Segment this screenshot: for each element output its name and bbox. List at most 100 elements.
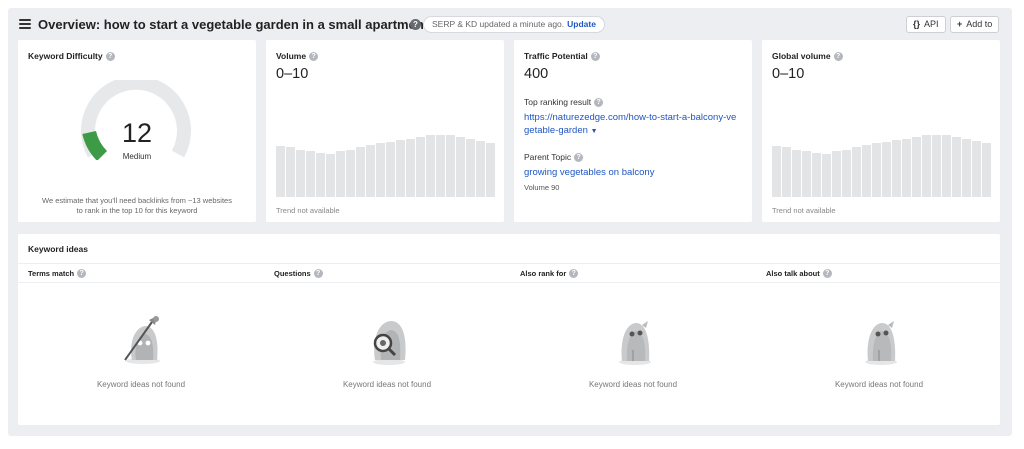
trend-bar: [446, 135, 455, 197]
ghost-magnifier-icon: [373, 321, 406, 365]
trend-bar: [942, 135, 951, 197]
trend-bar: [832, 151, 841, 197]
trend-bar: [396, 140, 405, 197]
col-terms-match: Terms match?: [28, 269, 87, 278]
trend-bar: [802, 151, 811, 197]
keyword-ideas-title: Keyword ideas: [28, 244, 88, 254]
help-icon[interactable]: ?: [574, 153, 584, 162]
trend-bar: [286, 147, 295, 197]
card-label: Traffic Potential?: [524, 51, 600, 61]
caret-down-icon[interactable]: ▼: [591, 128, 598, 135]
volume-value: 0–10: [276, 66, 309, 82]
card-label: Global volume?: [772, 51, 843, 61]
serp-status-text: SERP & KD updated a minute ago.: [432, 19, 565, 29]
add-to-button-label: Add to: [966, 19, 993, 29]
trend-bar: [426, 135, 435, 197]
backlinks-note: We estimate that you'll need backlinks f…: [42, 196, 232, 215]
api-button-label: API: [924, 19, 939, 29]
trend-bar: [336, 151, 345, 197]
parent-topic-link[interactable]: growing vegetables on balcony: [524, 166, 654, 179]
trend-bar: [892, 140, 901, 197]
trend-bar: [912, 136, 921, 197]
trend-bar: [416, 136, 425, 197]
difficulty-score: 12: [121, 118, 153, 148]
trend-bar: [466, 138, 475, 197]
trend-bar: [962, 138, 971, 197]
trend-bar: [982, 143, 991, 197]
help-icon[interactable]: ?: [77, 269, 87, 278]
code-braces-icon: {}: [913, 19, 921, 29]
help-icon[interactable]: ?: [833, 52, 843, 61]
trend-bar: [316, 153, 325, 197]
keyword-ideas-panel: Keyword ideas Terms match? Questions? Al…: [18, 234, 1000, 425]
also-talk-about-empty: Keyword ideas not found: [756, 314, 1002, 404]
col-questions: Questions?: [274, 269, 323, 278]
col-also-talk-about: Also talk about?: [766, 269, 832, 278]
ghost-broom-icon: [124, 316, 160, 364]
global-volume-value: 0–10: [772, 66, 805, 82]
plus-icon: +: [957, 19, 963, 29]
trend-bar: [346, 150, 355, 197]
trend-bar: [932, 134, 941, 197]
help-icon[interactable]: ?: [590, 52, 600, 61]
also-rank-for-empty: Keyword ideas not found: [510, 314, 756, 404]
traffic-potential-value: 400: [524, 66, 549, 82]
trend-note: Trend not available: [276, 206, 340, 215]
api-button[interactable]: {} API: [906, 16, 946, 33]
trend-bar: [356, 147, 365, 197]
parent-topic-label: Parent Topic?: [524, 152, 584, 162]
global-volume-card: Global volume? 0–10 Trend not available: [762, 40, 1000, 222]
help-icon[interactable]: ?: [822, 269, 832, 278]
trend-bar: [842, 150, 851, 197]
trend-bar: [376, 143, 385, 197]
trend-note: Trend not available: [772, 206, 836, 215]
terms-match-empty: Keyword ideas not found: [18, 314, 264, 404]
trend-bar: [296, 150, 305, 197]
trend-bar: [862, 145, 871, 197]
trend-bar: [882, 142, 891, 197]
help-icon[interactable]: ?: [105, 52, 115, 61]
trend-bar: [822, 154, 831, 197]
trend-bar: [792, 150, 801, 197]
volume-card: Volume? 0–10 Trend not available: [266, 40, 504, 222]
update-link[interactable]: Update: [567, 19, 596, 29]
trend-bar: [902, 138, 911, 197]
help-icon[interactable]: ?: [313, 269, 323, 278]
trend-bar: [456, 136, 465, 197]
trend-bar: [436, 134, 445, 197]
empty-message: Keyword ideas not found: [96, 380, 186, 389]
ghost-icon: [865, 321, 897, 365]
add-to-button[interactable]: + Add to: [950, 16, 1000, 33]
divider: [18, 282, 1000, 283]
trend-bar: [772, 146, 781, 197]
trend-bar: [972, 140, 981, 197]
volume-trend-chart: [276, 130, 496, 197]
help-icon[interactable]: ?: [569, 269, 579, 278]
trend-bar: [366, 145, 375, 197]
traffic-potential-card: Traffic Potential? 400 Top ranking resul…: [514, 40, 752, 222]
trend-bar: [306, 151, 315, 197]
overview-header: Overview: how to start a vegetable garde…: [8, 8, 1012, 42]
serp-status-badge: SERP & KD updated a minute ago. Update: [423, 16, 605, 33]
top-ranking-url[interactable]: https://naturezedge.com/how-to-start-a-b…: [524, 111, 736, 138]
questions-empty: Keyword ideas not found: [264, 314, 510, 404]
help-icon[interactable]: ?: [410, 19, 421, 30]
help-icon[interactable]: ?: [594, 98, 604, 107]
global-volume-trend-chart: [772, 130, 992, 197]
menu-icon[interactable]: [19, 19, 31, 29]
keyword-difficulty-card: Keyword Difficulty? 12 Medium We estimat…: [18, 40, 256, 222]
top-ranking-label: Top ranking result?: [524, 97, 604, 107]
card-label: Volume?: [276, 51, 319, 61]
empty-message: Keyword ideas not found: [834, 380, 924, 389]
help-icon[interactable]: ?: [309, 52, 319, 61]
trend-bar: [326, 154, 335, 197]
trend-bar: [952, 136, 961, 197]
difficulty-level: Medium: [122, 152, 152, 161]
trend-bar: [872, 143, 881, 197]
ghost-icon: [619, 321, 651, 365]
trend-bar: [486, 143, 495, 197]
parent-topic-volume: Volume 90: [524, 183, 560, 192]
card-label: Keyword Difficulty?: [28, 51, 115, 61]
divider: [18, 263, 1000, 264]
col-also-rank-for: Also rank for?: [520, 269, 579, 278]
